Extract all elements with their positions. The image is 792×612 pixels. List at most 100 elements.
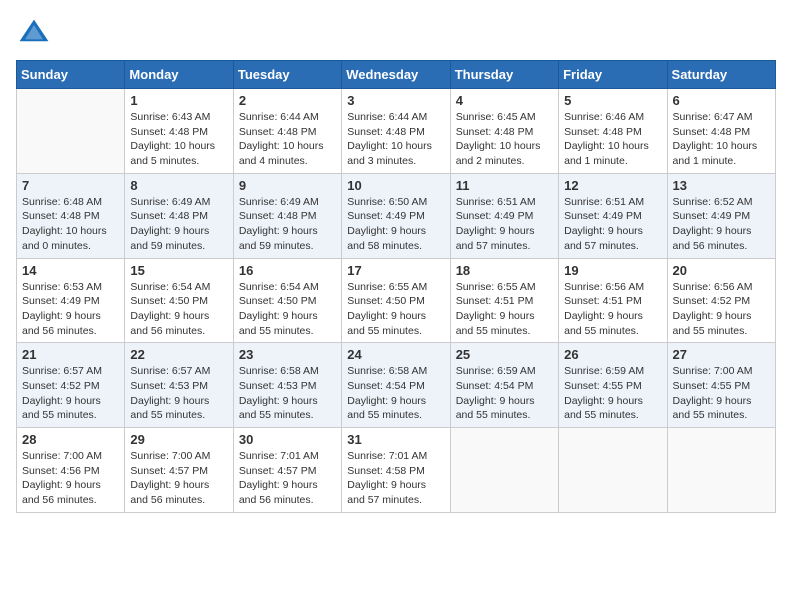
day-number: 5 <box>564 93 661 108</box>
calendar-week-row: 1Sunrise: 6:43 AMSunset: 4:48 PMDaylight… <box>17 89 776 174</box>
calendar-cell: 18Sunrise: 6:55 AMSunset: 4:51 PMDayligh… <box>450 258 558 343</box>
day-info: Sunrise: 6:51 AMSunset: 4:49 PMDaylight:… <box>564 195 661 254</box>
calendar-cell: 11 Sunrise: 6:51 AMSunset: 4:49 PMDayligh… <box>450 173 558 258</box>
day-info: Sunrise: 6:56 AMSunset: 4:52 PMDaylight:… <box>673 280 770 339</box>
day-number: 10 <box>347 178 444 193</box>
day-number: 15 <box>130 263 227 278</box>
day-info: Sunrise: 6:50 AMSunset: 4:49 PMDaylight:… <box>347 195 444 254</box>
calendar-cell: 14Sunrise: 6:53 AMSunset: 4:49 PMDayligh… <box>17 258 125 343</box>
calendar-cell: 5 Sunrise: 6:46 AMSunset: 4:48 PMDaylight… <box>559 89 667 174</box>
logo <box>16 16 56 52</box>
calendar-cell: 29 Sunrise: 7:00 AMSunset: 4:57 PMDayligh… <box>125 428 233 513</box>
day-info: Sunrise: 6:56 AMSunset: 4:51 PMDaylight:… <box>564 280 661 339</box>
calendar-header-row: SundayMondayTuesdayWednesdayThursdayFrid… <box>17 61 776 89</box>
calendar-week-row: 7 Sunrise: 6:48 AMSunset: 4:48 PMDaylight… <box>17 173 776 258</box>
day-info: Sunrise: 6:58 AMSunset: 4:54 PMDaylight:… <box>347 364 444 423</box>
calendar-week-row: 14Sunrise: 6:53 AMSunset: 4:49 PMDayligh… <box>17 258 776 343</box>
calendar-cell: 8Sunrise: 6:49 AMSunset: 4:48 PMDaylight… <box>125 173 233 258</box>
day-info: Sunrise: 7:01 AMSunset: 4:58 PMDaylight:… <box>347 449 444 508</box>
calendar-cell: 23 Sunrise: 6:58 AMSunset: 4:53 PMDayligh… <box>233 343 341 428</box>
calendar-cell: 26Sunrise: 6:59 AMSunset: 4:55 PMDayligh… <box>559 343 667 428</box>
day-info: Sunrise: 6:45 AMSunset: 4:48 PMDaylight:… <box>456 110 553 169</box>
day-info: Sunrise: 6:46 AMSunset: 4:48 PMDaylight:… <box>564 110 661 169</box>
day-number: 19 <box>564 263 661 278</box>
day-info: Sunrise: 6:43 AMSunset: 4:48 PMDaylight:… <box>130 110 227 169</box>
calendar-table: SundayMondayTuesdayWednesdayThursdayFrid… <box>16 60 776 513</box>
calendar-cell: 28 Sunrise: 7:00 AMSunset: 4:56 PMDayligh… <box>17 428 125 513</box>
day-info: Sunrise: 6:59 AMSunset: 4:55 PMDaylight:… <box>564 364 661 423</box>
day-info: Sunrise: 6:48 AMSunset: 4:48 PMDaylight:… <box>22 195 119 254</box>
calendar-cell: 4 Sunrise: 6:45 AMSunset: 4:48 PMDaylight… <box>450 89 558 174</box>
day-info: Sunrise: 6:49 AMSunset: 4:48 PMDaylight:… <box>130 195 227 254</box>
calendar-cell: 25 Sunrise: 6:59 AMSunset: 4:54 PMDayligh… <box>450 343 558 428</box>
day-number: 25 <box>456 347 553 362</box>
calendar-cell: 16Sunrise: 6:54 AMSunset: 4:50 PMDayligh… <box>233 258 341 343</box>
calendar-cell: 27 Sunrise: 7:00 AMSunset: 4:55 PMDayligh… <box>667 343 775 428</box>
day-info: Sunrise: 7:00 AMSunset: 4:57 PMDaylight:… <box>130 449 227 508</box>
calendar-cell: 31 Sunrise: 7:01 AMSunset: 4:58 PMDayligh… <box>342 428 450 513</box>
day-number: 7 <box>22 178 119 193</box>
calendar-cell: 10 Sunrise: 6:50 AMSunset: 4:49 PMDayligh… <box>342 173 450 258</box>
day-info: Sunrise: 6:57 AMSunset: 4:53 PMDaylight:… <box>130 364 227 423</box>
calendar-cell <box>559 428 667 513</box>
logo-icon <box>16 16 52 52</box>
column-header-wednesday: Wednesday <box>342 61 450 89</box>
calendar-cell: 24 Sunrise: 6:58 AMSunset: 4:54 PMDayligh… <box>342 343 450 428</box>
calendar-cell: 12 Sunrise: 6:51 AMSunset: 4:49 PMDayligh… <box>559 173 667 258</box>
day-info: Sunrise: 6:59 AMSunset: 4:54 PMDaylight:… <box>456 364 553 423</box>
calendar-cell: 19 Sunrise: 6:56 AMSunset: 4:51 PMDayligh… <box>559 258 667 343</box>
day-info: Sunrise: 6:58 AMSunset: 4:53 PMDaylight:… <box>239 364 336 423</box>
day-info: Sunrise: 7:01 AMSunset: 4:57 PMDaylight:… <box>239 449 336 508</box>
day-number: 23 <box>239 347 336 362</box>
day-info: Sunrise: 6:44 AMSunset: 4:48 PMDaylight:… <box>347 110 444 169</box>
day-number: 21 <box>22 347 119 362</box>
day-number: 22 <box>130 347 227 362</box>
calendar-cell: 22 Sunrise: 6:57 AMSunset: 4:53 PMDayligh… <box>125 343 233 428</box>
day-number: 2 <box>239 93 336 108</box>
calendar-cell: 17Sunrise: 6:55 AMSunset: 4:50 PMDayligh… <box>342 258 450 343</box>
day-number: 16 <box>239 263 336 278</box>
day-info: Sunrise: 6:47 AMSunset: 4:48 PMDaylight:… <box>673 110 770 169</box>
column-header-friday: Friday <box>559 61 667 89</box>
day-number: 12 <box>564 178 661 193</box>
calendar-week-row: 21 Sunrise: 6:57 AMSunset: 4:52 PMDayligh… <box>17 343 776 428</box>
day-info: Sunrise: 6:57 AMSunset: 4:52 PMDaylight:… <box>22 364 119 423</box>
day-number: 27 <box>673 347 770 362</box>
column-header-sunday: Sunday <box>17 61 125 89</box>
day-info: Sunrise: 6:54 AMSunset: 4:50 PMDaylight:… <box>130 280 227 339</box>
calendar-cell: 9Sunrise: 6:49 AMSunset: 4:48 PMDaylight… <box>233 173 341 258</box>
calendar-cell: 7 Sunrise: 6:48 AMSunset: 4:48 PMDaylight… <box>17 173 125 258</box>
day-number: 24 <box>347 347 444 362</box>
column-header-saturday: Saturday <box>667 61 775 89</box>
day-number: 30 <box>239 432 336 447</box>
day-number: 4 <box>456 93 553 108</box>
day-info: Sunrise: 7:00 AMSunset: 4:56 PMDaylight:… <box>22 449 119 508</box>
day-info: Sunrise: 6:44 AMSunset: 4:48 PMDaylight:… <box>239 110 336 169</box>
calendar-cell: 3Sunrise: 6:44 AMSunset: 4:48 PMDaylight… <box>342 89 450 174</box>
page-header <box>16 16 776 52</box>
calendar-cell: 13 Sunrise: 6:52 AMSunset: 4:49 PMDayligh… <box>667 173 775 258</box>
calendar-cell <box>667 428 775 513</box>
calendar-cell: 21 Sunrise: 6:57 AMSunset: 4:52 PMDayligh… <box>17 343 125 428</box>
day-number: 28 <box>22 432 119 447</box>
day-info: Sunrise: 6:51 AMSunset: 4:49 PMDaylight:… <box>456 195 553 254</box>
day-number: 9 <box>239 178 336 193</box>
day-info: Sunrise: 6:53 AMSunset: 4:49 PMDaylight:… <box>22 280 119 339</box>
calendar-cell: 20Sunrise: 6:56 AMSunset: 4:52 PMDayligh… <box>667 258 775 343</box>
calendar-cell: 6 Sunrise: 6:47 AMSunset: 4:48 PMDaylight… <box>667 89 775 174</box>
day-number: 18 <box>456 263 553 278</box>
day-number: 29 <box>130 432 227 447</box>
calendar-week-row: 28 Sunrise: 7:00 AMSunset: 4:56 PMDayligh… <box>17 428 776 513</box>
day-number: 11 <box>456 178 553 193</box>
calendar-cell <box>17 89 125 174</box>
calendar-cell: 2 Sunrise: 6:44 AMSunset: 4:48 PMDaylight… <box>233 89 341 174</box>
day-number: 13 <box>673 178 770 193</box>
calendar-cell: 30 Sunrise: 7:01 AMSunset: 4:57 PMDayligh… <box>233 428 341 513</box>
column-header-tuesday: Tuesday <box>233 61 341 89</box>
day-number: 17 <box>347 263 444 278</box>
day-info: Sunrise: 6:52 AMSunset: 4:49 PMDaylight:… <box>673 195 770 254</box>
day-number: 31 <box>347 432 444 447</box>
day-number: 6 <box>673 93 770 108</box>
day-info: Sunrise: 7:00 AMSunset: 4:55 PMDaylight:… <box>673 364 770 423</box>
calendar-cell: 1Sunrise: 6:43 AMSunset: 4:48 PMDaylight… <box>125 89 233 174</box>
